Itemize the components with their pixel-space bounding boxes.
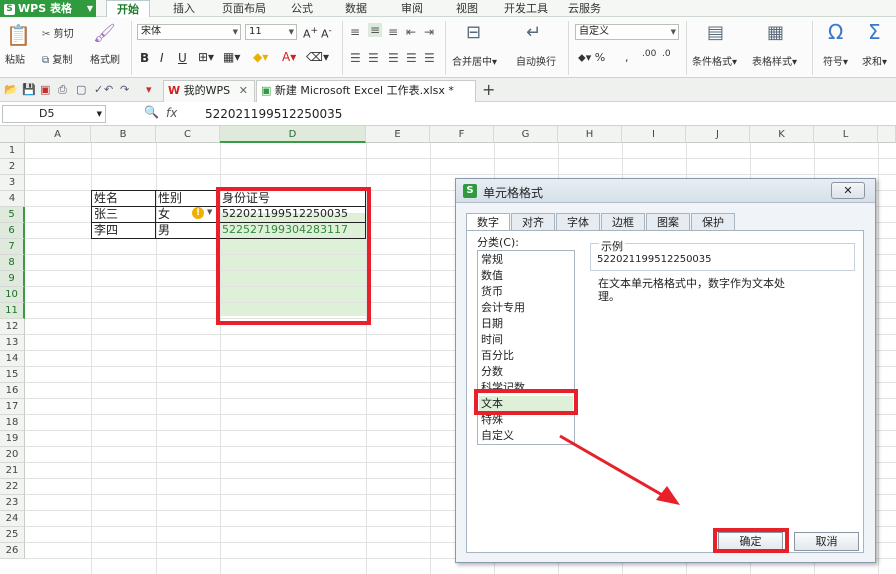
sample-label: 示例 — [599, 238, 625, 254]
annotation-arrow — [559, 434, 680, 505]
arrow-head — [656, 486, 680, 505]
arrow-line — [559, 434, 665, 498]
